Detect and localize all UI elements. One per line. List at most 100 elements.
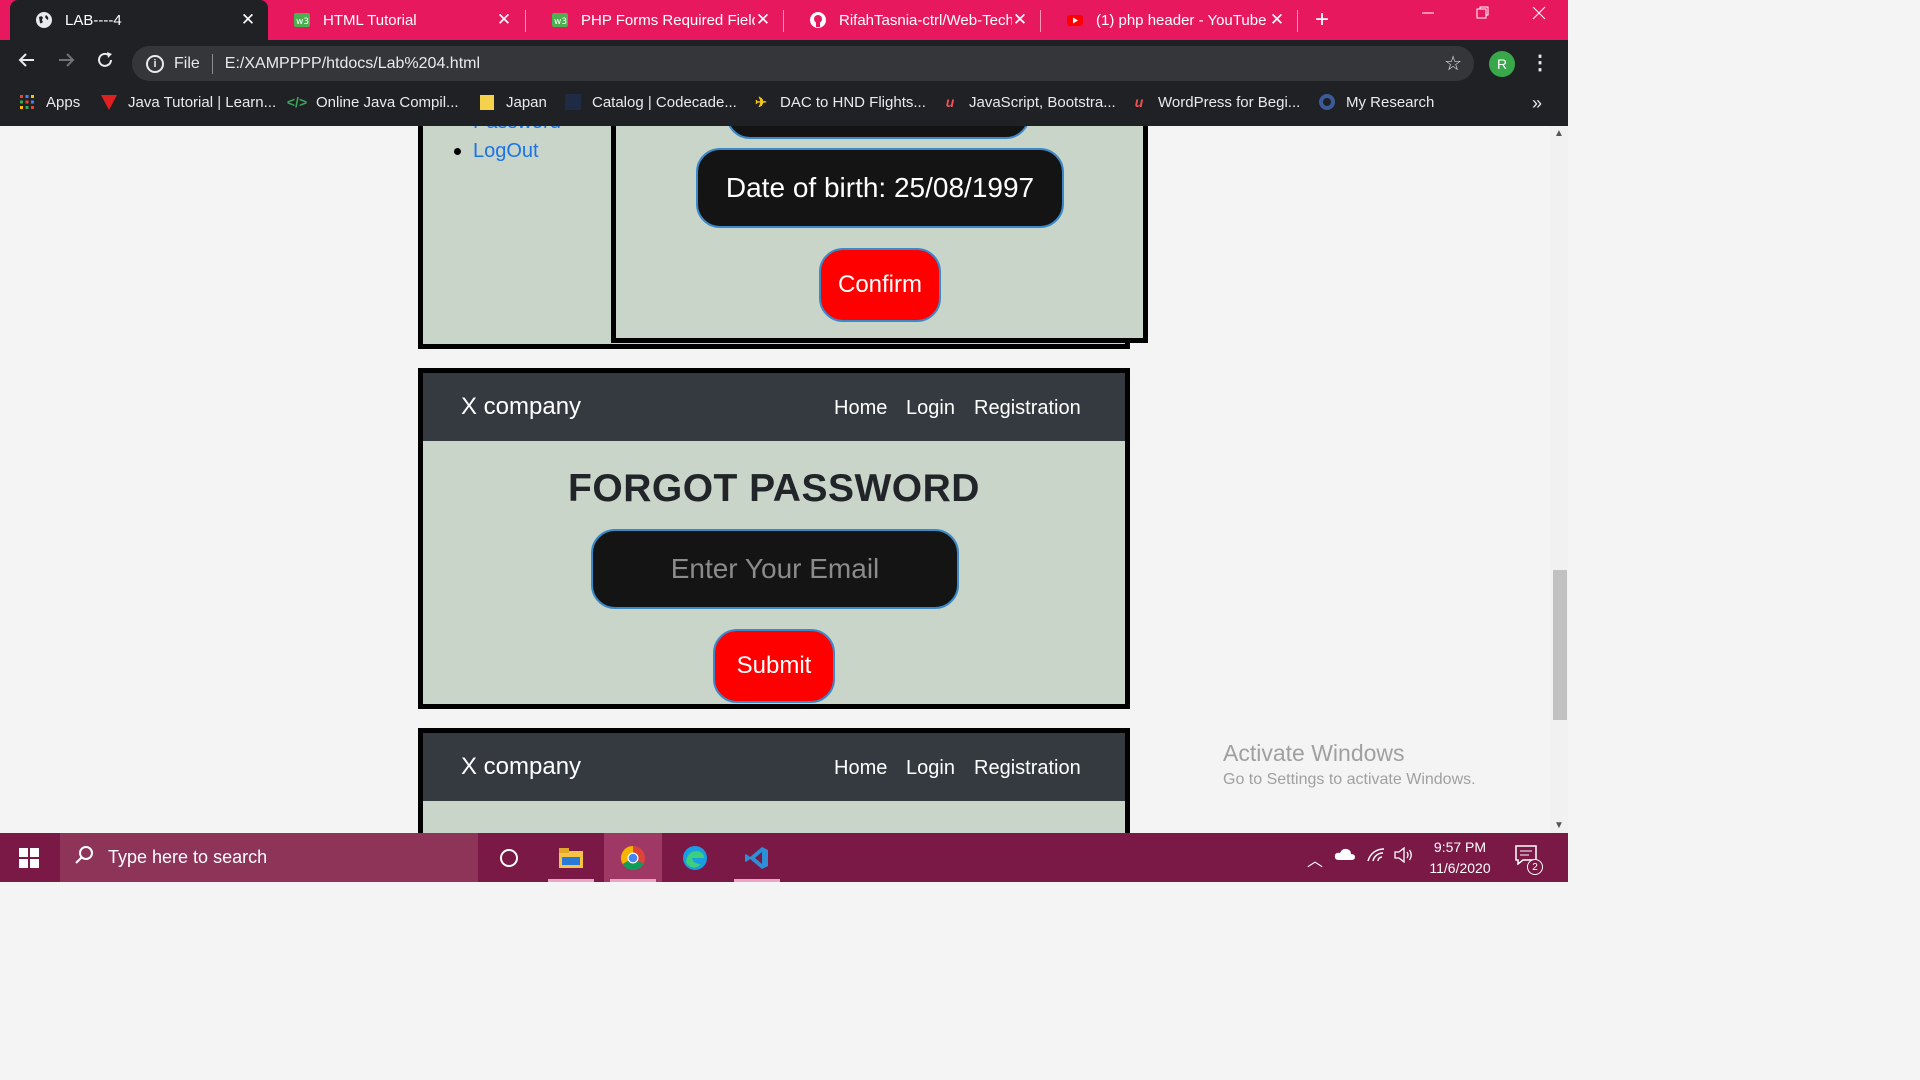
address-bar[interactable]: i File E:/XAMPPPP/htdocs/Lab%204.html ☆ [132, 46, 1474, 81]
email-input[interactable]: Enter Your Email [591, 529, 959, 609]
taskbar-edge[interactable] [666, 833, 724, 882]
active-indicator [610, 879, 656, 882]
active-indicator [548, 879, 594, 882]
minimize-button[interactable] [1413, 4, 1443, 25]
menu-kebab-icon[interactable]: ⋮ [1530, 50, 1550, 75]
reload-button[interactable] [92, 50, 118, 76]
back-button[interactable] [14, 50, 40, 76]
tab-title: LAB----4 [65, 11, 122, 29]
sidebar-link-password[interactable]: Password [473, 126, 561, 134]
volume-speaker-icon[interactable] [1394, 846, 1414, 868]
bookmarks-bar: Apps Java Tutorial | Learn... </> Online… [0, 87, 1568, 126]
bookmark-apps[interactable]: Apps [18, 93, 80, 111]
nav-registration[interactable]: Registration [974, 397, 1081, 420]
browser-toolbar: i File E:/XAMPPPP/htdocs/Lab%204.html ☆ … [0, 40, 1568, 87]
wifi-icon[interactable] [1366, 847, 1386, 868]
profile-avatar[interactable]: R [1489, 51, 1515, 77]
edge-icon [683, 845, 707, 870]
list-bullet [454, 148, 461, 155]
tab-title: HTML Tutorial [323, 11, 417, 29]
bookmark-online-java[interactable]: </> Online Java Compil... [286, 93, 459, 111]
research-icon [1318, 93, 1336, 111]
show-hidden-icons-chevron-icon[interactable]: ︿ [1307, 847, 1323, 871]
scroll-up-arrow-icon[interactable]: ▲ [1554, 128, 1564, 139]
nav-home[interactable]: Home [834, 397, 887, 420]
sidebar-link-logout[interactable]: LogOut [473, 140, 539, 163]
brand-logo-text[interactable]: X company [461, 753, 581, 781]
bookmark-codecademy[interactable]: Catalog | Codecade... [564, 93, 737, 111]
bookmark-label: Online Java Compil... [316, 93, 459, 111]
bookmark-japan[interactable]: Japan [478, 93, 547, 111]
submit-button[interactable]: Submit [713, 629, 835, 703]
chrome-icon [620, 845, 645, 870]
site-info-icon[interactable]: i [146, 54, 164, 73]
folder-icon [478, 93, 496, 111]
close-icon[interactable]: ✕ [240, 10, 256, 30]
vertical-scrollbar[interactable]: ▲ ▼ [1550, 126, 1568, 833]
activate-windows-watermark: Activate Windows Go to Settings to activ… [1223, 740, 1476, 789]
taskbar-chrome[interactable] [604, 833, 662, 882]
bookmark-wordpress[interactable]: u WordPress for Begi... [1130, 93, 1301, 111]
new-tab-button[interactable]: + [1310, 6, 1334, 34]
forgot-password-card: X company Home Login Registration FORGOT… [418, 368, 1130, 709]
scroll-down-arrow-icon[interactable]: ▼ [1554, 820, 1564, 831]
bookmark-javascript-bootstrap[interactable]: u JavaScript, Bootstra... [941, 93, 1116, 111]
forward-button[interactable] [53, 50, 79, 76]
bookmark-my-research[interactable]: My Research [1318, 93, 1434, 111]
windows-logo-icon [19, 847, 39, 868]
close-icon[interactable]: ✕ [1269, 10, 1285, 30]
close-icon[interactable]: ✕ [755, 10, 771, 30]
nav-home[interactable]: Home [834, 757, 887, 780]
taskbar-search-box[interactable]: Type here to search [60, 833, 478, 882]
clock-date: 11/6/2020 [1429, 860, 1491, 876]
globe-icon [35, 11, 53, 29]
nav-registration[interactable]: Registration [974, 757, 1081, 780]
notification-count-badge: 2 [1527, 859, 1543, 875]
restore-button[interactable] [1468, 4, 1498, 25]
window-close-button[interactable] [1524, 4, 1554, 25]
brand-logo-text[interactable]: X company [461, 393, 581, 421]
scrollbar-thumb[interactable] [1553, 570, 1567, 720]
bookmark-label: Java Tutorial | Learn... [128, 93, 277, 111]
tab-title: PHP Forms Required Fields [581, 11, 755, 29]
bookmark-label: WordPress for Begi... [1158, 93, 1301, 111]
nav-login[interactable]: Login [906, 397, 955, 420]
taskbar-file-explorer[interactable] [542, 833, 600, 882]
plane-icon: ✈ [755, 93, 767, 110]
watermark-subtitle: Go to Settings to activate Windows. [1223, 771, 1476, 788]
close-icon[interactable]: ✕ [496, 10, 512, 30]
tab-php-forms[interactable]: w3 PHP Forms Required Fields ✕ [526, 0, 783, 40]
close-icon[interactable]: ✕ [1012, 10, 1028, 30]
tab-html-tutorial[interactable]: w3 HTML Tutorial ✕ [268, 0, 524, 40]
svg-text:w3: w3 [554, 17, 567, 27]
onedrive-cloud-icon[interactable] [1334, 847, 1356, 866]
active-indicator [734, 879, 780, 882]
scheme-label: File [174, 54, 200, 72]
profile-field-pill [726, 126, 1030, 139]
confirm-button[interactable]: Confirm [819, 248, 941, 322]
taskbar-vscode[interactable] [728, 833, 786, 882]
tab-youtube[interactable]: (1) php header - YouTube ✕ [1041, 0, 1297, 40]
start-button[interactable] [0, 833, 58, 882]
vscode-icon [745, 846, 768, 869]
tab-lab4[interactable]: LAB----4 ✕ [10, 0, 268, 40]
bookmarks-overflow-button[interactable]: » [1532, 93, 1542, 114]
taskbar-clock[interactable]: 9:57 PM 11/6/2020 [1420, 837, 1500, 879]
youtube-icon [1066, 11, 1084, 29]
bookmark-label: JavaScript, Bootstra... [969, 93, 1116, 111]
browser-tab-strip: LAB----4 ✕ w3 HTML Tutorial ✕ w3 PHP For… [0, 0, 1568, 40]
tab-github[interactable]: RifahTasnia-ctrl/Web-Techn ✕ [784, 0, 1040, 40]
date-of-birth-field: Date of birth: 25/08/1997 [696, 148, 1064, 228]
cortana-button[interactable] [480, 833, 538, 882]
navbar: X company Home Login Registration [423, 733, 1125, 801]
code-icon: </> [286, 94, 308, 110]
nav-login[interactable]: Login [906, 757, 955, 780]
windows-taskbar: Type here to search ︿ 9:57 PM 11/6/2020 … [0, 833, 1568, 882]
bookmark-star-icon[interactable]: ☆ [1444, 51, 1462, 76]
watermark-title: Activate Windows [1223, 740, 1405, 766]
bookmark-flights[interactable]: ✈ DAC to HND Flights... [752, 93, 926, 111]
bookmark-label: Japan [506, 93, 547, 111]
bookmark-java-tutorial[interactable]: Java Tutorial | Learn... [100, 93, 276, 111]
tab-title: RifahTasnia-ctrl/Web-Techn [839, 11, 1012, 29]
url-text[interactable]: E:/XAMPPPP/htdocs/Lab%204.html [225, 55, 480, 73]
